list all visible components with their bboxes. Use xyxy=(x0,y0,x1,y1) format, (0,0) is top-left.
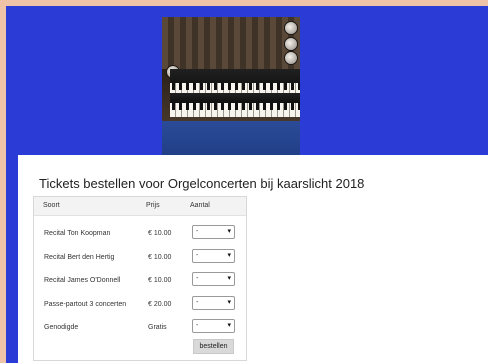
ticket-type: Recital Bert den Hertig xyxy=(44,254,115,261)
caret-down-icon: ▾ xyxy=(227,252,231,259)
table-header-row: Soort Prijs Aantal xyxy=(34,197,246,216)
quantity-value: - xyxy=(196,275,199,282)
organ-stop-knob xyxy=(284,21,298,35)
organ-floor xyxy=(162,121,300,155)
caret-down-icon: ▾ xyxy=(227,299,231,306)
caret-down-icon: ▾ xyxy=(227,228,231,235)
ticket-price: € 10.00 xyxy=(148,254,172,261)
organ-stop-knob xyxy=(284,37,298,51)
ticket-table: Soort Prijs Aantal Recital Ton Koopman €… xyxy=(33,196,247,361)
quantity-select[interactable]: - ▾ xyxy=(192,249,235,263)
organ-stop-knob xyxy=(284,51,298,65)
caret-down-icon: ▾ xyxy=(227,322,231,329)
quantity-select[interactable]: - ▾ xyxy=(192,225,235,239)
quantity-value: - xyxy=(196,322,199,329)
order-button[interactable]: bestellen xyxy=(193,339,234,354)
caret-down-icon: ▾ xyxy=(227,275,231,282)
ticket-price: € 10.00 xyxy=(148,277,172,284)
page-title: Tickets bestellen voor Orgelconcerten bi… xyxy=(39,176,365,191)
quantity-select[interactable]: - ▾ xyxy=(192,319,235,333)
ticket-type: Recital James O'Donnell xyxy=(44,277,121,284)
quantity-select[interactable]: - ▾ xyxy=(192,272,235,286)
ticket-price: € 10.00 xyxy=(148,230,172,237)
organ-black-keys-upper xyxy=(172,83,300,90)
organ-black-keys-lower xyxy=(172,103,300,110)
column-header-prijs: Prijs xyxy=(146,202,160,209)
quantity-select[interactable]: - ▾ xyxy=(192,296,235,310)
ticket-price: Gratis xyxy=(148,324,167,331)
quantity-value: - xyxy=(196,252,199,259)
ticket-type: Genodigde xyxy=(44,324,79,331)
quantity-value: - xyxy=(196,228,199,235)
column-header-aantal: Aantal xyxy=(190,202,210,209)
column-header-soort: Soort xyxy=(43,202,60,209)
organ-wood-panel xyxy=(162,17,300,69)
ticket-price: € 20.00 xyxy=(148,301,172,308)
ticket-type: Recital Ton Koopman xyxy=(44,230,111,237)
quantity-value: - xyxy=(196,299,199,306)
organ-manual-lower xyxy=(170,93,300,103)
organ-photo xyxy=(162,17,300,155)
ticket-type: Passe-partout 3 concerten xyxy=(44,301,127,308)
